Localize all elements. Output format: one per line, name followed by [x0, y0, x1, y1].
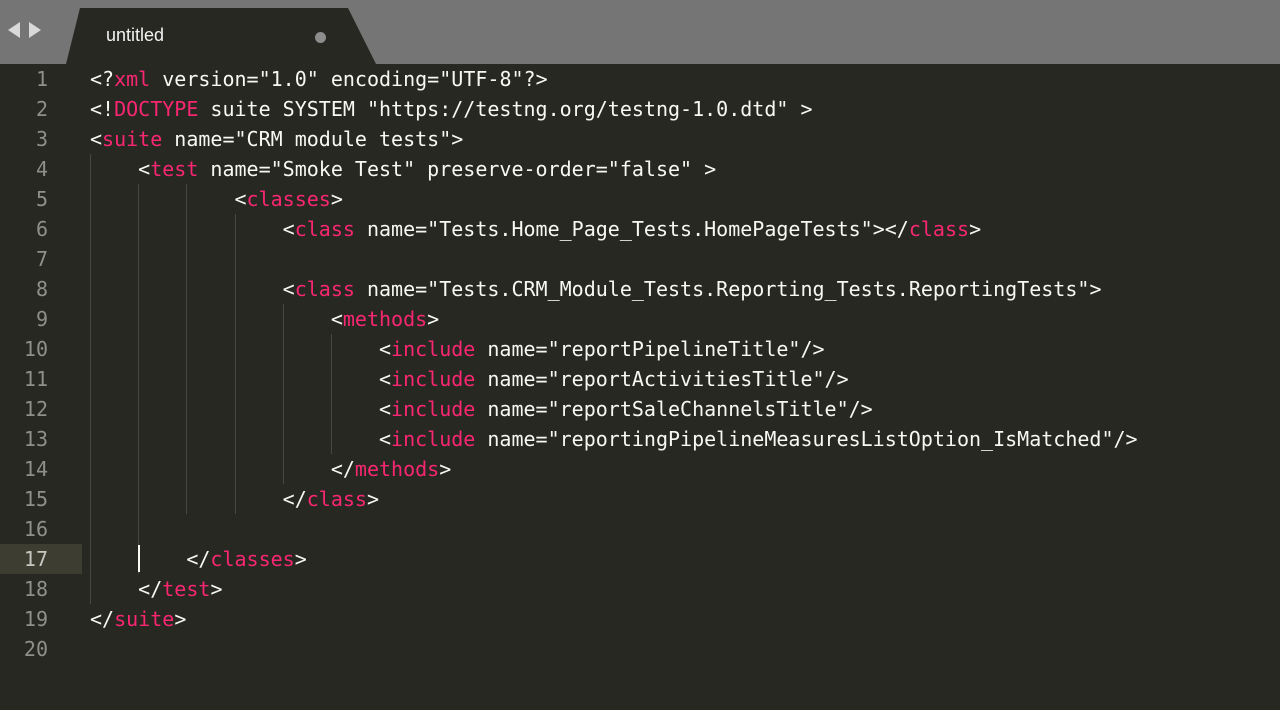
tab-title: untitled — [106, 25, 165, 45]
code-text[interactable]: <include name="reportingPipelineMeasures… — [90, 424, 1138, 454]
code-text[interactable]: <methods> — [90, 304, 439, 334]
code-line[interactable]: 13 <include name="reportingPipelineMeasu… — [0, 424, 1280, 454]
code-line[interactable]: 7 — [0, 244, 1280, 274]
line-number: 1 — [35, 67, 48, 91]
line-number: 6 — [35, 217, 48, 241]
code-text[interactable]: </suite> — [90, 604, 186, 634]
line-number: 13 — [23, 427, 48, 451]
indent-guide — [138, 184, 140, 574]
tab-untitled[interactable]: untitled — [66, 8, 376, 64]
code-line[interactable]: 16 — [0, 514, 1280, 544]
indent-guide — [331, 334, 332, 454]
code-text[interactable]: <!DOCTYPE suite SYSTEM "https://testng.o… — [90, 94, 813, 124]
code-text[interactable]: <?xml version="1.0" encoding="UTF-8"?> — [90, 64, 548, 94]
code-line[interactable]: 8 <class name="Tests.CRM_Module_Tests.Re… — [0, 274, 1280, 304]
line-number: 7 — [35, 247, 48, 271]
line-number: 3 — [35, 127, 48, 151]
triangle-left-icon[interactable] — [8, 22, 20, 38]
code-line[interactable]: 9 <methods> — [0, 304, 1280, 334]
code-line[interactable]: 14 </methods> — [0, 454, 1280, 484]
unsaved-dot-icon[interactable] — [315, 32, 326, 43]
line-number: 8 — [35, 277, 48, 301]
code-line[interactable]: 18 </test> — [0, 574, 1280, 604]
code-text[interactable]: <suite name="CRM module tests"> — [90, 124, 463, 154]
line-number: 19 — [23, 607, 48, 631]
line-number: 17 — [23, 547, 48, 571]
line-number: 4 — [35, 157, 48, 181]
code-line[interactable]: 19 </suite> — [0, 604, 1280, 634]
line-number: 5 — [35, 187, 48, 211]
indent-guide — [282, 304, 284, 484]
code-text[interactable]: <include name="reportPipelineTitle"/> — [90, 334, 825, 364]
tab-bar: untitled — [0, 0, 1280, 64]
code-text[interactable]: <classes> — [90, 184, 343, 214]
code-editor[interactable]: 1 <?xml version="1.0" encoding="UTF-8"?> 2… — [0, 64, 1280, 710]
line-number: 9 — [35, 307, 48, 331]
indent-guide — [186, 184, 188, 514]
code-line[interactable]: 6 <class name="Tests.Home_Page_Tests.Hom… — [0, 214, 1280, 244]
code-line[interactable]: 2 <!DOCTYPE suite SYSTEM "https://testng.… — [0, 94, 1280, 124]
line-number: 16 — [23, 517, 48, 541]
code-line[interactable]: 10 <include name="reportPipelineTitle"/> — [0, 334, 1280, 364]
line-number: 14 — [23, 457, 48, 481]
line-number: 11 — [23, 367, 48, 391]
code-line[interactable]: 20 — [0, 634, 1280, 664]
line-number: 2 — [35, 97, 48, 121]
code-text[interactable]: </test> — [90, 574, 222, 604]
text-caret — [138, 545, 140, 572]
line-number: 15 — [23, 487, 48, 511]
sublime-text-window: untitled 1 <?xml version="1.0" encoding="… — [0, 0, 1280, 710]
tab-navigation — [8, 22, 41, 38]
code-text[interactable]: </methods> — [90, 454, 451, 484]
code-line[interactable]: 5 <classes> — [0, 184, 1280, 214]
line-number: 10 — [23, 337, 48, 361]
code-line[interactable]: 11 <include name="reportActivitiesTitle"… — [0, 364, 1280, 394]
code-text[interactable]: <class name="Tests.Home_Page_Tests.HomeP… — [90, 214, 981, 244]
indent-guide — [234, 214, 236, 514]
code-line[interactable]: 15 </class> — [0, 484, 1280, 514]
code-text[interactable]: <include name="reportSaleChannelsTitle"/… — [90, 394, 873, 424]
code-text[interactable]: </classes> — [90, 544, 306, 574]
code-line[interactable]: 3 <suite name="CRM module tests"> — [0, 124, 1280, 154]
line-number: 18 — [23, 577, 48, 601]
indent-guide — [90, 154, 91, 604]
code-text[interactable]: <test name="Smoke Test" preserve-order="… — [90, 154, 716, 184]
code-line[interactable]: 1 <?xml version="1.0" encoding="UTF-8"?> — [0, 64, 1280, 94]
code-line[interactable]: 17 </classes> — [0, 544, 1280, 574]
code-text[interactable]: <class name="Tests.CRM_Module_Tests.Repo… — [90, 274, 1102, 304]
line-number: 12 — [23, 397, 48, 421]
line-number: 20 — [23, 637, 48, 661]
code-line[interactable]: 4 <test name="Smoke Test" preserve-order… — [0, 154, 1280, 184]
code-text[interactable]: <include name="reportActivitiesTitle"/> — [90, 364, 849, 394]
code-line[interactable]: 12 <include name="reportSaleChannelsTitl… — [0, 394, 1280, 424]
triangle-right-icon[interactable] — [29, 22, 41, 38]
